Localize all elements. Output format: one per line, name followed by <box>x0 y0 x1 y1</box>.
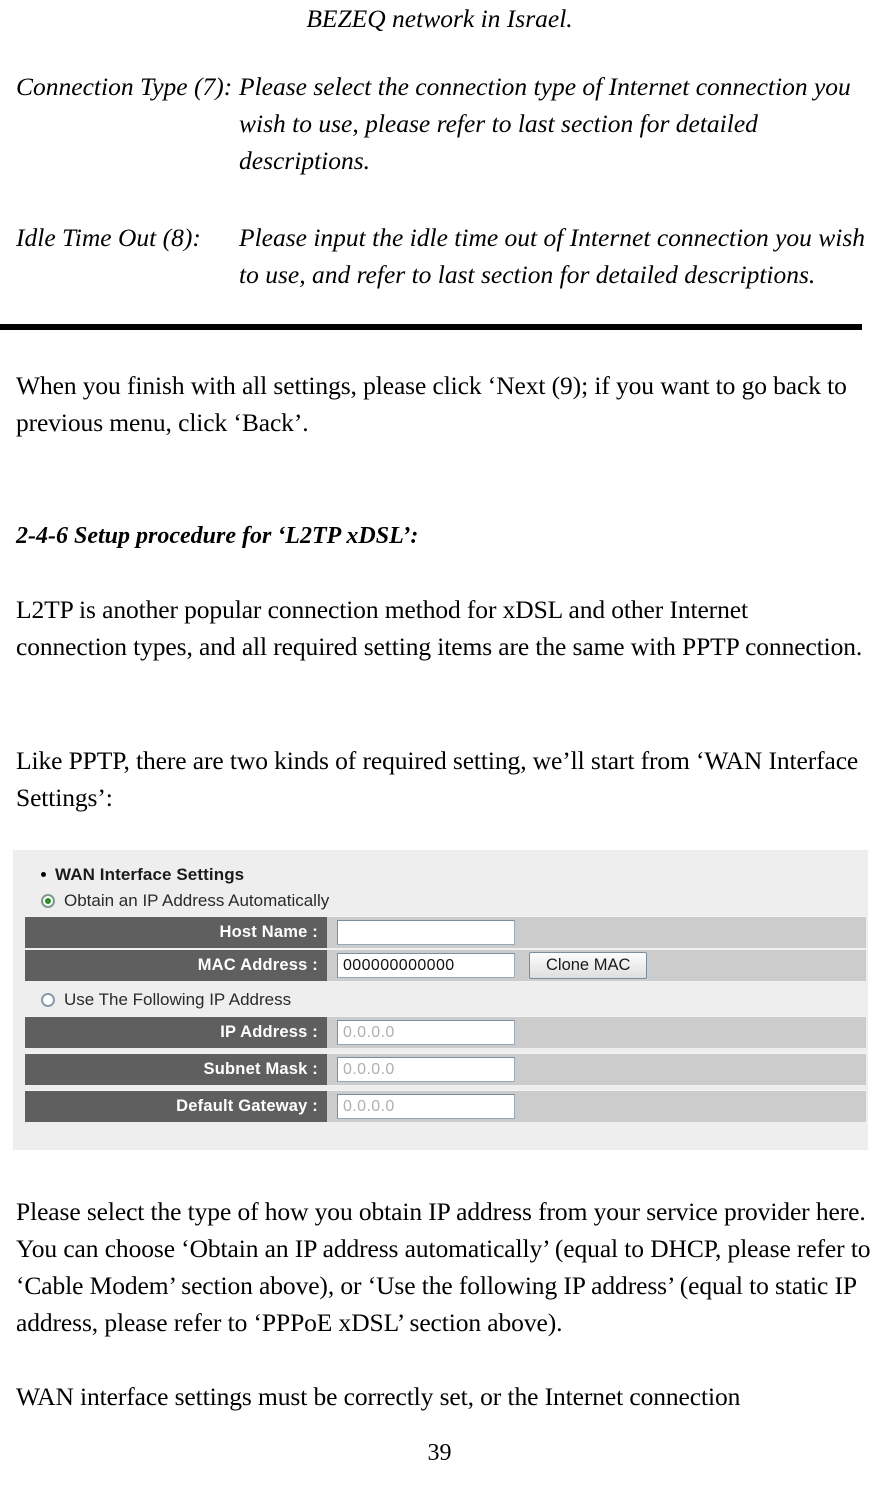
field-label-subnet-mask: Subnet Mask : <box>25 1054 327 1085</box>
wan-interface-settings-title: WAN Interface Settings <box>41 865 244 885</box>
document-page: BEZEQ network in Israel. Connection Type… <box>0 0 879 1486</box>
field-cell-ip-address: 0.0.0.0 <box>327 1017 866 1048</box>
field-cell-subnet-mask: 0.0.0.0 <box>327 1054 866 1085</box>
table-row-ip-address: IP Address : 0.0.0.0 <box>25 1016 866 1048</box>
ip-address-input[interactable]: 0.0.0.0 <box>337 1020 515 1045</box>
field-cell-default-gateway: 0.0.0.0 <box>327 1091 866 1122</box>
field-label-host-name: Host Name : <box>25 917 327 948</box>
table-row-default-gateway: Default Gateway : 0.0.0.0 <box>25 1090 866 1122</box>
paragraph-wan-warning: WAN interface settings must be correctly… <box>16 1382 741 1411</box>
bullet-icon <box>41 871 46 877</box>
paragraph-l2tp-intro: L2TP is another popular connection metho… <box>16 595 863 661</box>
page-number: 39 <box>427 1440 452 1466</box>
field-label-ip-address: IP Address : <box>25 1017 327 1048</box>
definition-row: Idle Time Out (8): Please input the idle… <box>0 219 879 293</box>
definition-list-idle-time-out: Idle Time Out (8): Please input the idle… <box>0 219 879 293</box>
table-row-subnet-mask: Subnet Mask : 0.0.0.0 <box>25 1053 866 1085</box>
radio-unselected-icon[interactable] <box>41 993 55 1007</box>
radio-option-use-following-ip[interactable]: Use The Following IP Address <box>41 990 291 1010</box>
definition-term: Connection Type (7): <box>16 72 233 101</box>
paragraph-finish-settings: When you finish with all settings, pleas… <box>16 371 847 437</box>
table-row-mac-address: MAC Address : 000000000000 Clone MAC <box>25 949 866 981</box>
radio-option-obtain-automatically[interactable]: Obtain an IP Address Automatically <box>41 891 329 911</box>
radio-selected-icon[interactable] <box>41 894 55 908</box>
definition-description: Please input the idle time out of Intern… <box>239 223 866 289</box>
subnet-mask-input[interactable]: 0.0.0.0 <box>337 1057 515 1082</box>
top-continuation-line: BEZEQ network in Israel. <box>306 4 573 33</box>
wan-interface-settings-title-label: WAN Interface Settings <box>55 865 245 884</box>
paragraph-like-pptp: Like PPTP, there are two kinds of requir… <box>16 746 859 812</box>
horizontal-rule <box>0 324 862 330</box>
section-heading: 2-4-6 Setup procedure for ‘L2TP xDSL’: <box>16 523 419 549</box>
field-cell-host-name <box>327 917 866 948</box>
definition-term: Idle Time Out (8): <box>16 223 201 252</box>
definition-list-connection-type: Connection Type (7): Please select the c… <box>0 68 879 179</box>
field-label-default-gateway: Default Gateway : <box>25 1091 327 1122</box>
mac-address-input[interactable]: 000000000000 <box>337 953 515 978</box>
definition-row: Connection Type (7): Please select the c… <box>0 68 879 179</box>
field-label-mac-address: MAC Address : <box>25 950 327 981</box>
clone-mac-button[interactable]: Clone MAC <box>529 952 648 979</box>
wan-interface-settings-screenshot: WAN Interface Settings Obtain an IP Addr… <box>13 850 868 1150</box>
default-gateway-input[interactable]: 0.0.0.0 <box>337 1094 515 1119</box>
table-row-host-name: Host Name : <box>25 916 866 948</box>
paragraph-explain-ip-type: Please select the type of how you obtain… <box>16 1197 871 1337</box>
host-name-input[interactable] <box>337 920 515 945</box>
field-cell-mac-address: 000000000000 Clone MAC <box>327 950 866 981</box>
definition-description: Please select the connection type of Int… <box>239 72 851 175</box>
radio-option-use-following-ip-label: Use The Following IP Address <box>64 990 292 1009</box>
radio-option-obtain-automatically-label: Obtain an IP Address Automatically <box>64 891 330 910</box>
